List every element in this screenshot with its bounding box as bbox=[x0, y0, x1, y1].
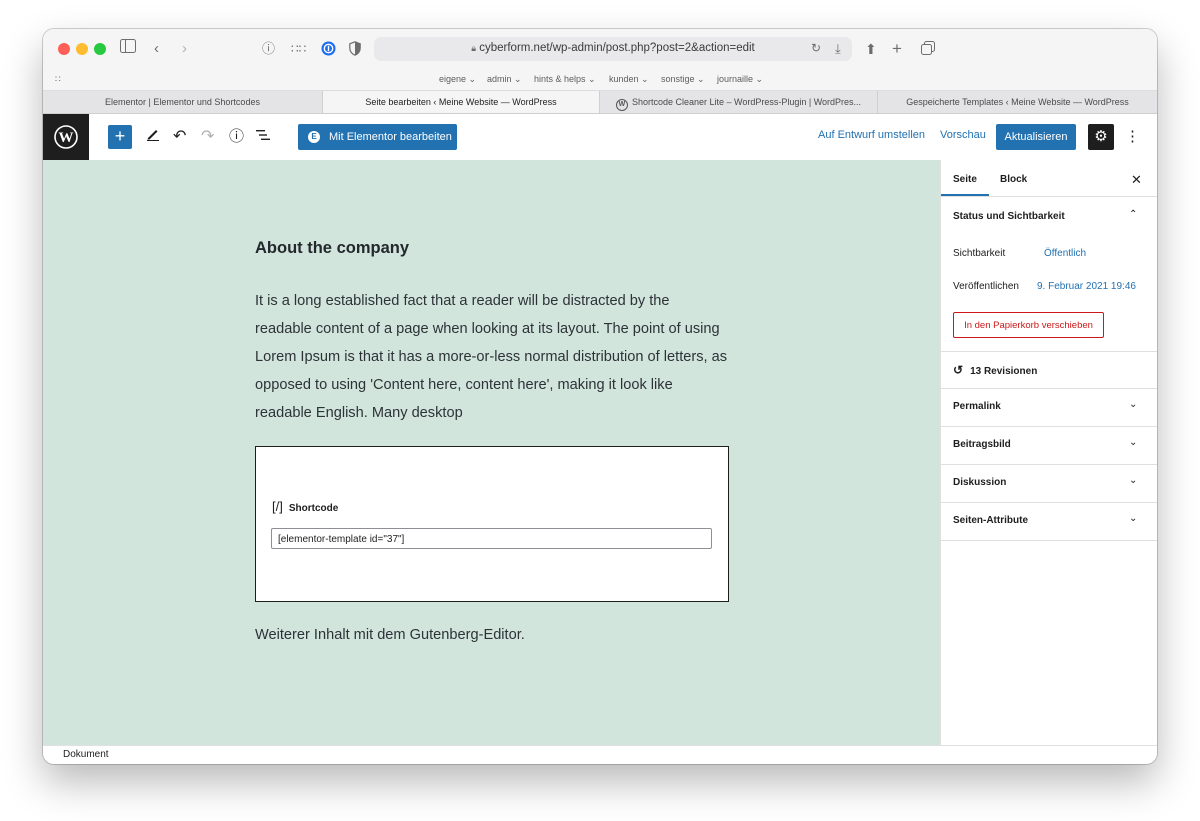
add-block-button[interactable]: + bbox=[108, 125, 132, 149]
list-view-icon[interactable] bbox=[256, 127, 270, 147]
chevron-up-icon[interactable]: ⌃ bbox=[1129, 209, 1137, 220]
visibility-label: Sichtbarkeit bbox=[953, 248, 1006, 259]
bookmark-hints-helps[interactable]: hints & helps ⌄ bbox=[534, 74, 596, 85]
shortcode-input[interactable]: [elementor-template id="37"] bbox=[271, 528, 712, 549]
content-heading[interactable]: About the company bbox=[255, 239, 409, 258]
revisions-label: 13 Revisionen bbox=[970, 366, 1038, 377]
browser-window: ‹ › ⓘ ∷∷ 🔒︎ cyberform.net/wp-admin/post.… bbox=[43, 29, 1157, 764]
shortcode-title: Shortcode bbox=[288, 503, 339, 514]
status-visibility-title[interactable]: Status und Sichtbarkeit bbox=[953, 211, 1065, 222]
bookmarks-bar: ∷ eigene ⌄ admin ⌄ hints & helps ⌄ kunde… bbox=[43, 69, 1157, 91]
tab-gespeicherte-templates[interactable]: Gespeicherte Templates ‹ Meine Website —… bbox=[878, 91, 1157, 113]
more-options-icon[interactable]: ⋮ bbox=[1125, 127, 1140, 145]
editor-toolbar: W + ↶ ↷ ⓘ E Mit Elementor bearbeiten Auf… bbox=[43, 114, 1157, 161]
shortcode-block[interactable]: [/] Shortcode [elementor-template id="37"… bbox=[255, 446, 729, 602]
redo-icon[interactable]: ↷ bbox=[201, 127, 214, 147]
breadcrumb: Dokument bbox=[43, 745, 1157, 764]
bookmark-journaille[interactable]: journaille ⌄ bbox=[717, 74, 763, 85]
bookmark-eigene[interactable]: eigene ⌄ bbox=[439, 74, 476, 85]
divider bbox=[941, 351, 1157, 352]
preview-button[interactable]: Vorschau bbox=[940, 129, 986, 141]
zoom-window-button[interactable] bbox=[94, 43, 106, 55]
close-icon[interactable]: ✕ bbox=[1131, 172, 1142, 188]
tab-page[interactable]: Seite bbox=[953, 174, 977, 185]
tab-block[interactable]: Block bbox=[1000, 174, 1027, 185]
forward-icon[interactable]: › bbox=[182, 39, 187, 59]
wordpress-favicon-icon: W bbox=[615, 99, 628, 111]
minimize-window-button[interactable] bbox=[76, 43, 88, 55]
divider bbox=[941, 502, 1157, 503]
tab-shortcode-cleaner[interactable]: W Shortcode Cleaner Lite – WordPress-Plug… bbox=[600, 91, 878, 113]
chevron-down-icon[interactable]: ⌄ bbox=[1129, 513, 1137, 524]
title-bar: ‹ › ⓘ ∷∷ 🔒︎ cyberform.net/wp-admin/post.… bbox=[43, 29, 1157, 69]
bookmark-kunden[interactable]: kunden ⌄ bbox=[609, 74, 649, 85]
settings-gear-icon[interactable]: ⚙︎ bbox=[1088, 124, 1114, 150]
tab-overview-icon[interactable] bbox=[921, 41, 935, 61]
shortcode-block-label: [/] Shortcode bbox=[272, 499, 338, 514]
password-manager-icon[interactable] bbox=[321, 41, 336, 62]
close-window-button[interactable] bbox=[58, 43, 70, 55]
content-paragraph-2[interactable]: Weiterer Inhalt mit dem Gutenberg-Editor… bbox=[255, 627, 525, 643]
publish-date-link[interactable]: 9. Februar 2021 19:46 bbox=[1037, 281, 1136, 292]
elementor-icon: E bbox=[308, 131, 320, 143]
tab-bar: Elementor | Elementor und Shortcodes Sei… bbox=[43, 91, 1157, 114]
editor-canvas: About the company It is a long establish… bbox=[43, 160, 940, 745]
revisions-icon: ↺ bbox=[953, 363, 964, 377]
bookmark-admin[interactable]: admin ⌄ bbox=[487, 74, 522, 85]
divider bbox=[941, 464, 1157, 465]
chevron-down-icon[interactable]: ⌄ bbox=[1129, 475, 1137, 486]
wordpress-logo-icon[interactable]: W bbox=[43, 114, 89, 160]
grid-icon[interactable]: ∷∷ bbox=[291, 39, 306, 59]
bookmark-sonstige[interactable]: sonstige ⌄ bbox=[661, 74, 705, 85]
shortcode-icon: [/] bbox=[272, 499, 283, 514]
edit-with-elementor-label: Mit Elementor bearbeiten bbox=[329, 131, 452, 143]
update-button[interactable]: Aktualisieren bbox=[996, 124, 1076, 150]
sidebar-toggle-icon[interactable] bbox=[120, 39, 136, 59]
panel-featured-image[interactable]: Beitragsbild bbox=[953, 439, 1011, 450]
tab-seite-bearbeiten[interactable]: Seite bearbeiten ‹ Meine Website — WordP… bbox=[323, 91, 600, 113]
address-bar[interactable]: 🔒︎ cyberform.net/wp-admin/post.php?post=… bbox=[374, 37, 852, 61]
details-info-icon[interactable]: ⓘ bbox=[229, 127, 244, 147]
panel-discussion[interactable]: Diskussion bbox=[953, 477, 1006, 488]
svg-text:W: W bbox=[59, 130, 74, 146]
lock-icon: 🔒︎ bbox=[471, 43, 477, 53]
move-to-trash-button[interactable]: In den Papierkorb verschieben bbox=[953, 312, 1104, 338]
switch-to-draft-button[interactable]: Auf Entwurf umstellen bbox=[818, 129, 925, 141]
settings-sidebar: Seite Block ✕ Status und Sichtbarkeit ⌃ … bbox=[940, 160, 1157, 745]
url-text: cyberform.net/wp-admin/post.php?post=2&a… bbox=[479, 42, 755, 54]
chevron-down-icon[interactable]: ⌄ bbox=[1129, 399, 1137, 410]
bookmarks-grid-icon[interactable]: ∷ bbox=[55, 74, 61, 85]
panel-page-attributes[interactable]: Seiten-Attribute bbox=[953, 515, 1028, 526]
info-icon[interactable]: ⓘ bbox=[262, 39, 275, 59]
back-icon[interactable]: ‹ bbox=[154, 39, 159, 59]
breadcrumb-document[interactable]: Dokument bbox=[63, 749, 109, 760]
tab-elementor-shortcodes[interactable]: Elementor | Elementor und Shortcodes bbox=[43, 91, 323, 113]
new-tab-icon[interactable]: + bbox=[892, 39, 902, 59]
visibility-value-link[interactable]: Öffentlich bbox=[1044, 248, 1086, 259]
divider bbox=[941, 540, 1157, 541]
content-paragraph[interactable]: It is a long established fact that a rea… bbox=[255, 287, 730, 427]
share-icon[interactable]: ⬆︎ bbox=[865, 39, 877, 59]
publish-label: Veröffentlichen bbox=[953, 281, 1019, 292]
chevron-down-icon[interactable]: ⌄ bbox=[1129, 437, 1137, 448]
edit-with-elementor-button[interactable]: E Mit Elementor bearbeiten bbox=[298, 124, 457, 150]
divider bbox=[941, 388, 1157, 389]
shield-icon[interactable] bbox=[349, 41, 361, 62]
panel-permalink[interactable]: Permalink bbox=[953, 401, 1001, 412]
divider bbox=[941, 196, 1157, 197]
reload-icon[interactable]: ↻ bbox=[811, 41, 821, 55]
revisions-link[interactable]: ↺ 13 Revisionen bbox=[953, 363, 1037, 377]
download-icon[interactable]: ⤓ bbox=[835, 39, 841, 59]
divider bbox=[941, 426, 1157, 427]
tab-shortcode-cleaner-label: Shortcode Cleaner Lite – WordPress-Plugi… bbox=[631, 97, 862, 107]
undo-icon[interactable]: ↶ bbox=[173, 127, 186, 147]
edit-pencil-icon[interactable] bbox=[146, 127, 160, 147]
